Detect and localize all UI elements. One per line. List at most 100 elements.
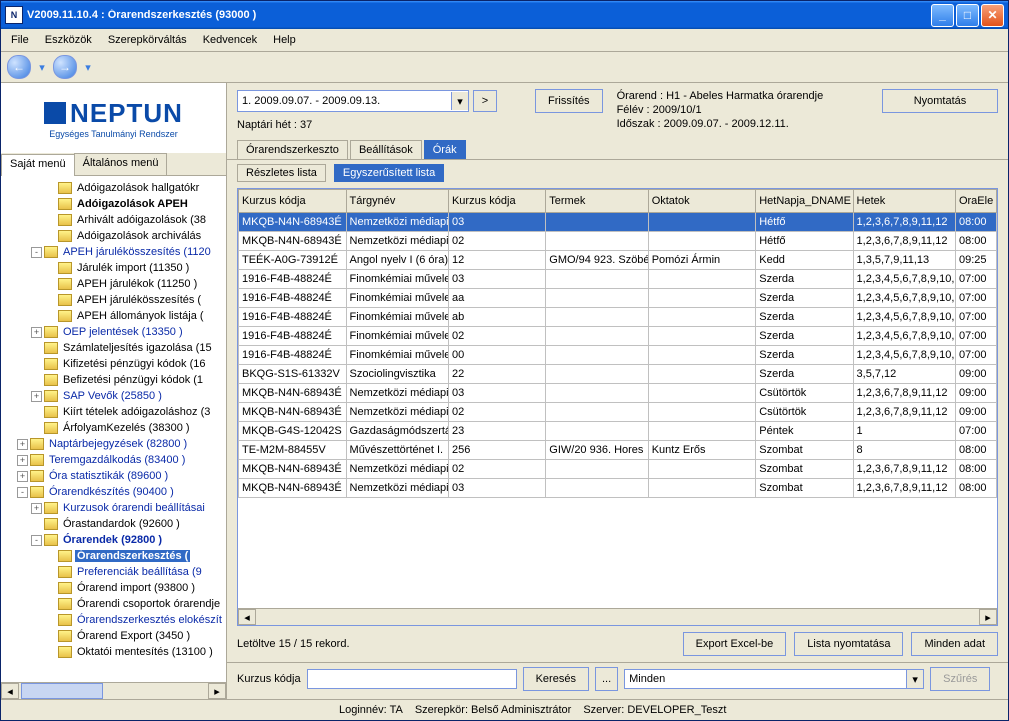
tree-item[interactable]: +Kurzusok órarendi beállításai bbox=[3, 500, 224, 516]
table-row[interactable]: TE-M2M-88455VMűvészettörténet I.256GIW/2… bbox=[239, 441, 997, 460]
print-button[interactable]: Nyomtatás bbox=[882, 89, 998, 113]
menu-role[interactable]: Szerepkörváltás bbox=[102, 32, 193, 48]
tree-expander[interactable]: + bbox=[17, 471, 28, 482]
filter-button[interactable]: Szűrés bbox=[930, 667, 990, 691]
tree-item[interactable]: Oktatói mentesítés (13100 ) bbox=[3, 644, 224, 660]
column-header[interactable]: Hetek bbox=[853, 190, 955, 213]
table-row[interactable]: MKQB-N4N-68943ÉNemzetközi médiapia02Hétf… bbox=[239, 232, 997, 251]
subtab-detailed[interactable]: Részletes lista bbox=[237, 164, 326, 182]
tab-classes[interactable]: Órák bbox=[424, 140, 466, 159]
tree-item[interactable]: Órarend Export (3450 ) bbox=[3, 628, 224, 644]
maximize-button[interactable]: □ bbox=[956, 4, 979, 27]
tab-settings[interactable]: Beállítások bbox=[350, 140, 422, 159]
column-header[interactable]: Kurzus kódja bbox=[448, 190, 545, 213]
tree-item[interactable]: APEH járulékösszesítés ( bbox=[3, 292, 224, 308]
minimize-button[interactable]: _ bbox=[931, 4, 954, 27]
subtab-simple[interactable]: Egyszerűsített lista bbox=[334, 164, 444, 182]
tree-item[interactable]: Járulék import (11350 ) bbox=[3, 260, 224, 276]
table-row[interactable]: 1916-F4B-48824ÉFinomkémiai műveleaaSzerd… bbox=[239, 289, 997, 308]
grid-scroll-right-icon[interactable]: ▸ bbox=[979, 609, 997, 625]
nav-fwd-button[interactable]: → bbox=[53, 55, 77, 79]
tree-item[interactable]: Preferenciák beállítása (9 bbox=[3, 564, 224, 580]
tree-item[interactable]: Arhivált adóigazolások (38 bbox=[3, 212, 224, 228]
tree-item[interactable]: Órarendi csoportok órarendje bbox=[3, 596, 224, 612]
table-row[interactable]: MKQB-N4N-68943ÉNemzetközi médiapia03Hétf… bbox=[239, 213, 997, 232]
tab-own-menu[interactable]: Saját menü bbox=[1, 154, 75, 176]
all-data-button[interactable]: Minden adat bbox=[911, 632, 998, 656]
tab-editor[interactable]: Órarendszerkeszto bbox=[237, 140, 348, 159]
table-row[interactable]: MKQB-N4N-68943ÉNemzetközi médiapia02Csüt… bbox=[239, 403, 997, 422]
menu-help[interactable]: Help bbox=[267, 32, 302, 48]
tree-expander[interactable]: + bbox=[31, 327, 42, 338]
tree-item[interactable]: Kiírt tételek adóigazoláshoz (3 bbox=[3, 404, 224, 420]
list-print-button[interactable]: Lista nyomtatása bbox=[794, 632, 903, 656]
table-row[interactable]: MKQB-N4N-68943ÉNemzetközi médiapia03Szom… bbox=[239, 479, 997, 498]
tab-general-menu[interactable]: Általános menü bbox=[74, 153, 168, 175]
tree-expander[interactable]: + bbox=[17, 439, 28, 450]
tree-expander[interactable]: + bbox=[31, 391, 42, 402]
tree-item[interactable]: APEH járulékok (11250 ) bbox=[3, 276, 224, 292]
nav-fwd-dropdown[interactable]: ▾ bbox=[83, 62, 93, 72]
chevron-down-icon[interactable]: ▾ bbox=[451, 92, 468, 110]
tree-item[interactable]: Órastandardok (92600 ) bbox=[3, 516, 224, 532]
tree-item[interactable]: APEH állományok listája ( bbox=[3, 308, 224, 324]
filter-combo[interactable]: Minden ▾ bbox=[624, 669, 924, 689]
tree-expander[interactable]: - bbox=[31, 247, 42, 258]
tree-item[interactable]: Adóigazolások APEH bbox=[3, 196, 224, 212]
tree-hscrollbar[interactable]: ◂ ▸ bbox=[1, 682, 226, 699]
column-header[interactable]: OraEle bbox=[955, 190, 996, 213]
table-row[interactable]: MKQB-G4S-12042SGazdaságmódszertá23Péntek… bbox=[239, 422, 997, 441]
tree-item[interactable]: Befizetési pénzügyi kódok (1 bbox=[3, 372, 224, 388]
tree-item[interactable]: Órarendszerkesztés ( bbox=[3, 548, 224, 564]
column-header[interactable]: Termek bbox=[546, 190, 648, 213]
data-table[interactable]: Kurzus kódjaTárgynévKurzus kódjaTermekOk… bbox=[238, 189, 997, 498]
chevron-down-icon[interactable]: ▾ bbox=[906, 670, 923, 688]
table-row[interactable]: TEÉK-A0G-73912ÉAngol nyelv I (6 óra)12GM… bbox=[239, 251, 997, 270]
close-button[interactable]: ✕ bbox=[981, 4, 1004, 27]
menu-file[interactable]: File bbox=[5, 32, 35, 48]
column-header[interactable]: Oktatok bbox=[648, 190, 756, 213]
tree-item[interactable]: Órarend import (93800 ) bbox=[3, 580, 224, 596]
menu-fav[interactable]: Kedvencek bbox=[197, 32, 263, 48]
tree-item[interactable]: -Órarendek (92800 ) bbox=[3, 532, 224, 548]
table-row[interactable]: MKQB-N4N-68943ÉNemzetközi médiapia03Csüt… bbox=[239, 384, 997, 403]
search-input[interactable] bbox=[307, 669, 517, 689]
table-row[interactable]: MKQB-N4N-68943ÉNemzetközi médiapia02Szom… bbox=[239, 460, 997, 479]
column-header[interactable]: Tárgynév bbox=[346, 190, 448, 213]
tree-item[interactable]: Adóigazolások hallgatókr bbox=[3, 180, 224, 196]
table-row[interactable]: 1916-F4B-48824ÉFinomkémiai műveleabSzerd… bbox=[239, 308, 997, 327]
tree-expander[interactable]: + bbox=[17, 455, 28, 466]
tree-item[interactable]: -APEH járulékösszesítés (1120 bbox=[3, 244, 224, 260]
table-row[interactable]: BKQG-S1S-61332VSzociolingvisztika22Szerd… bbox=[239, 365, 997, 384]
grid-hscrollbar[interactable]: ◂ ▸ bbox=[238, 608, 997, 625]
tree-item[interactable]: ÁrfolyamKezelés (38300 ) bbox=[3, 420, 224, 436]
tree-expander[interactable]: - bbox=[31, 535, 42, 546]
scroll-left-icon[interactable]: ◂ bbox=[1, 683, 19, 699]
tree-item[interactable]: +SAP Vevők (25850 ) bbox=[3, 388, 224, 404]
week-select[interactable]: 1. 2009.09.07. - 2009.09.13. ▾ bbox=[237, 90, 469, 112]
tree-item[interactable]: +Óra statisztikák (89600 ) bbox=[3, 468, 224, 484]
nav-tree[interactable]: Adóigazolások hallgatókrAdóigazolások AP… bbox=[1, 176, 226, 682]
menu-tools[interactable]: Eszközök bbox=[39, 32, 98, 48]
tree-expander[interactable]: - bbox=[17, 487, 28, 498]
tree-item[interactable]: +Teremgazdálkodás (83400 ) bbox=[3, 452, 224, 468]
table-row[interactable]: 1916-F4B-48824ÉFinomkémiai művele03Szerd… bbox=[239, 270, 997, 289]
tree-item[interactable]: -Órarendkészítés (90400 ) bbox=[3, 484, 224, 500]
nav-back-dropdown[interactable]: ▾ bbox=[37, 62, 47, 72]
table-row[interactable]: 1916-F4B-48824ÉFinomkémiai művele00Szerd… bbox=[239, 346, 997, 365]
tree-item[interactable]: Órarendszerkesztés elokészít bbox=[3, 612, 224, 628]
grid-scroll-left-icon[interactable]: ◂ bbox=[238, 609, 256, 625]
tree-item[interactable]: Adóigazolások archiválás bbox=[3, 228, 224, 244]
tree-item[interactable]: +OEP jelentések (13350 ) bbox=[3, 324, 224, 340]
tree-item[interactable]: Kifizetési pénzügyi kódok (16 bbox=[3, 356, 224, 372]
table-row[interactable]: 1916-F4B-48824ÉFinomkémiai művele02Szerd… bbox=[239, 327, 997, 346]
tree-expander[interactable]: + bbox=[31, 503, 42, 514]
scroll-right-icon[interactable]: ▸ bbox=[208, 683, 226, 699]
refresh-button[interactable]: Frissítés bbox=[535, 89, 603, 113]
go-button[interactable]: > bbox=[473, 90, 497, 112]
search-button[interactable]: Keresés bbox=[523, 667, 589, 691]
search-more-button[interactable]: ... bbox=[595, 667, 618, 691]
tree-item[interactable]: Számlateljesítés igazolása (15 bbox=[3, 340, 224, 356]
tree-item[interactable]: +Naptárbejegyzések (82800 ) bbox=[3, 436, 224, 452]
export-excel-button[interactable]: Export Excel-be bbox=[683, 632, 787, 656]
